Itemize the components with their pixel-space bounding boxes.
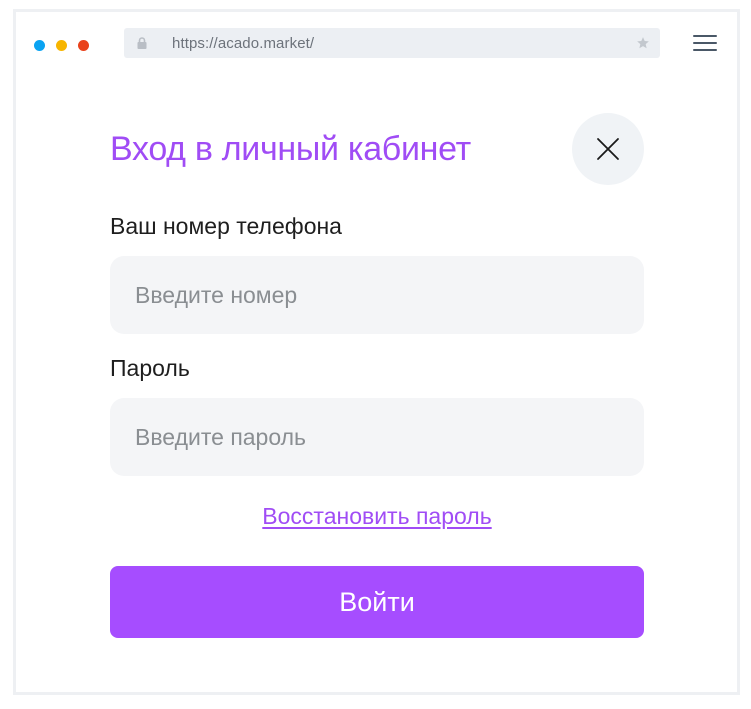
menu-line [693, 35, 717, 37]
close-icon [597, 138, 619, 160]
hamburger-menu-icon[interactable] [693, 35, 717, 51]
close-button[interactable] [572, 113, 644, 185]
browser-window: https://acado.market/ Вход в личный каби… [13, 9, 740, 695]
password-label: Пароль [110, 355, 190, 381]
star-icon[interactable] [636, 36, 650, 50]
menu-line [693, 49, 717, 51]
phone-input[interactable] [110, 256, 644, 334]
window-dot-red[interactable] [78, 40, 89, 51]
url-text: https://acado.market/ [172, 35, 315, 52]
window-controls [34, 40, 89, 51]
menu-line [693, 42, 717, 44]
lock-icon [137, 37, 147, 49]
login-button[interactable]: Войти [110, 566, 644, 638]
modal-title: Вход в личный кабинет [110, 130, 471, 168]
password-input[interactable] [110, 398, 644, 476]
window-dot-yellow[interactable] [56, 40, 67, 51]
recover-password-link[interactable]: Восстановить пароль [110, 503, 644, 530]
address-bar[interactable]: https://acado.market/ [124, 28, 660, 58]
phone-label: Ваш номер телефона [110, 213, 342, 239]
window-dot-blue[interactable] [34, 40, 45, 51]
